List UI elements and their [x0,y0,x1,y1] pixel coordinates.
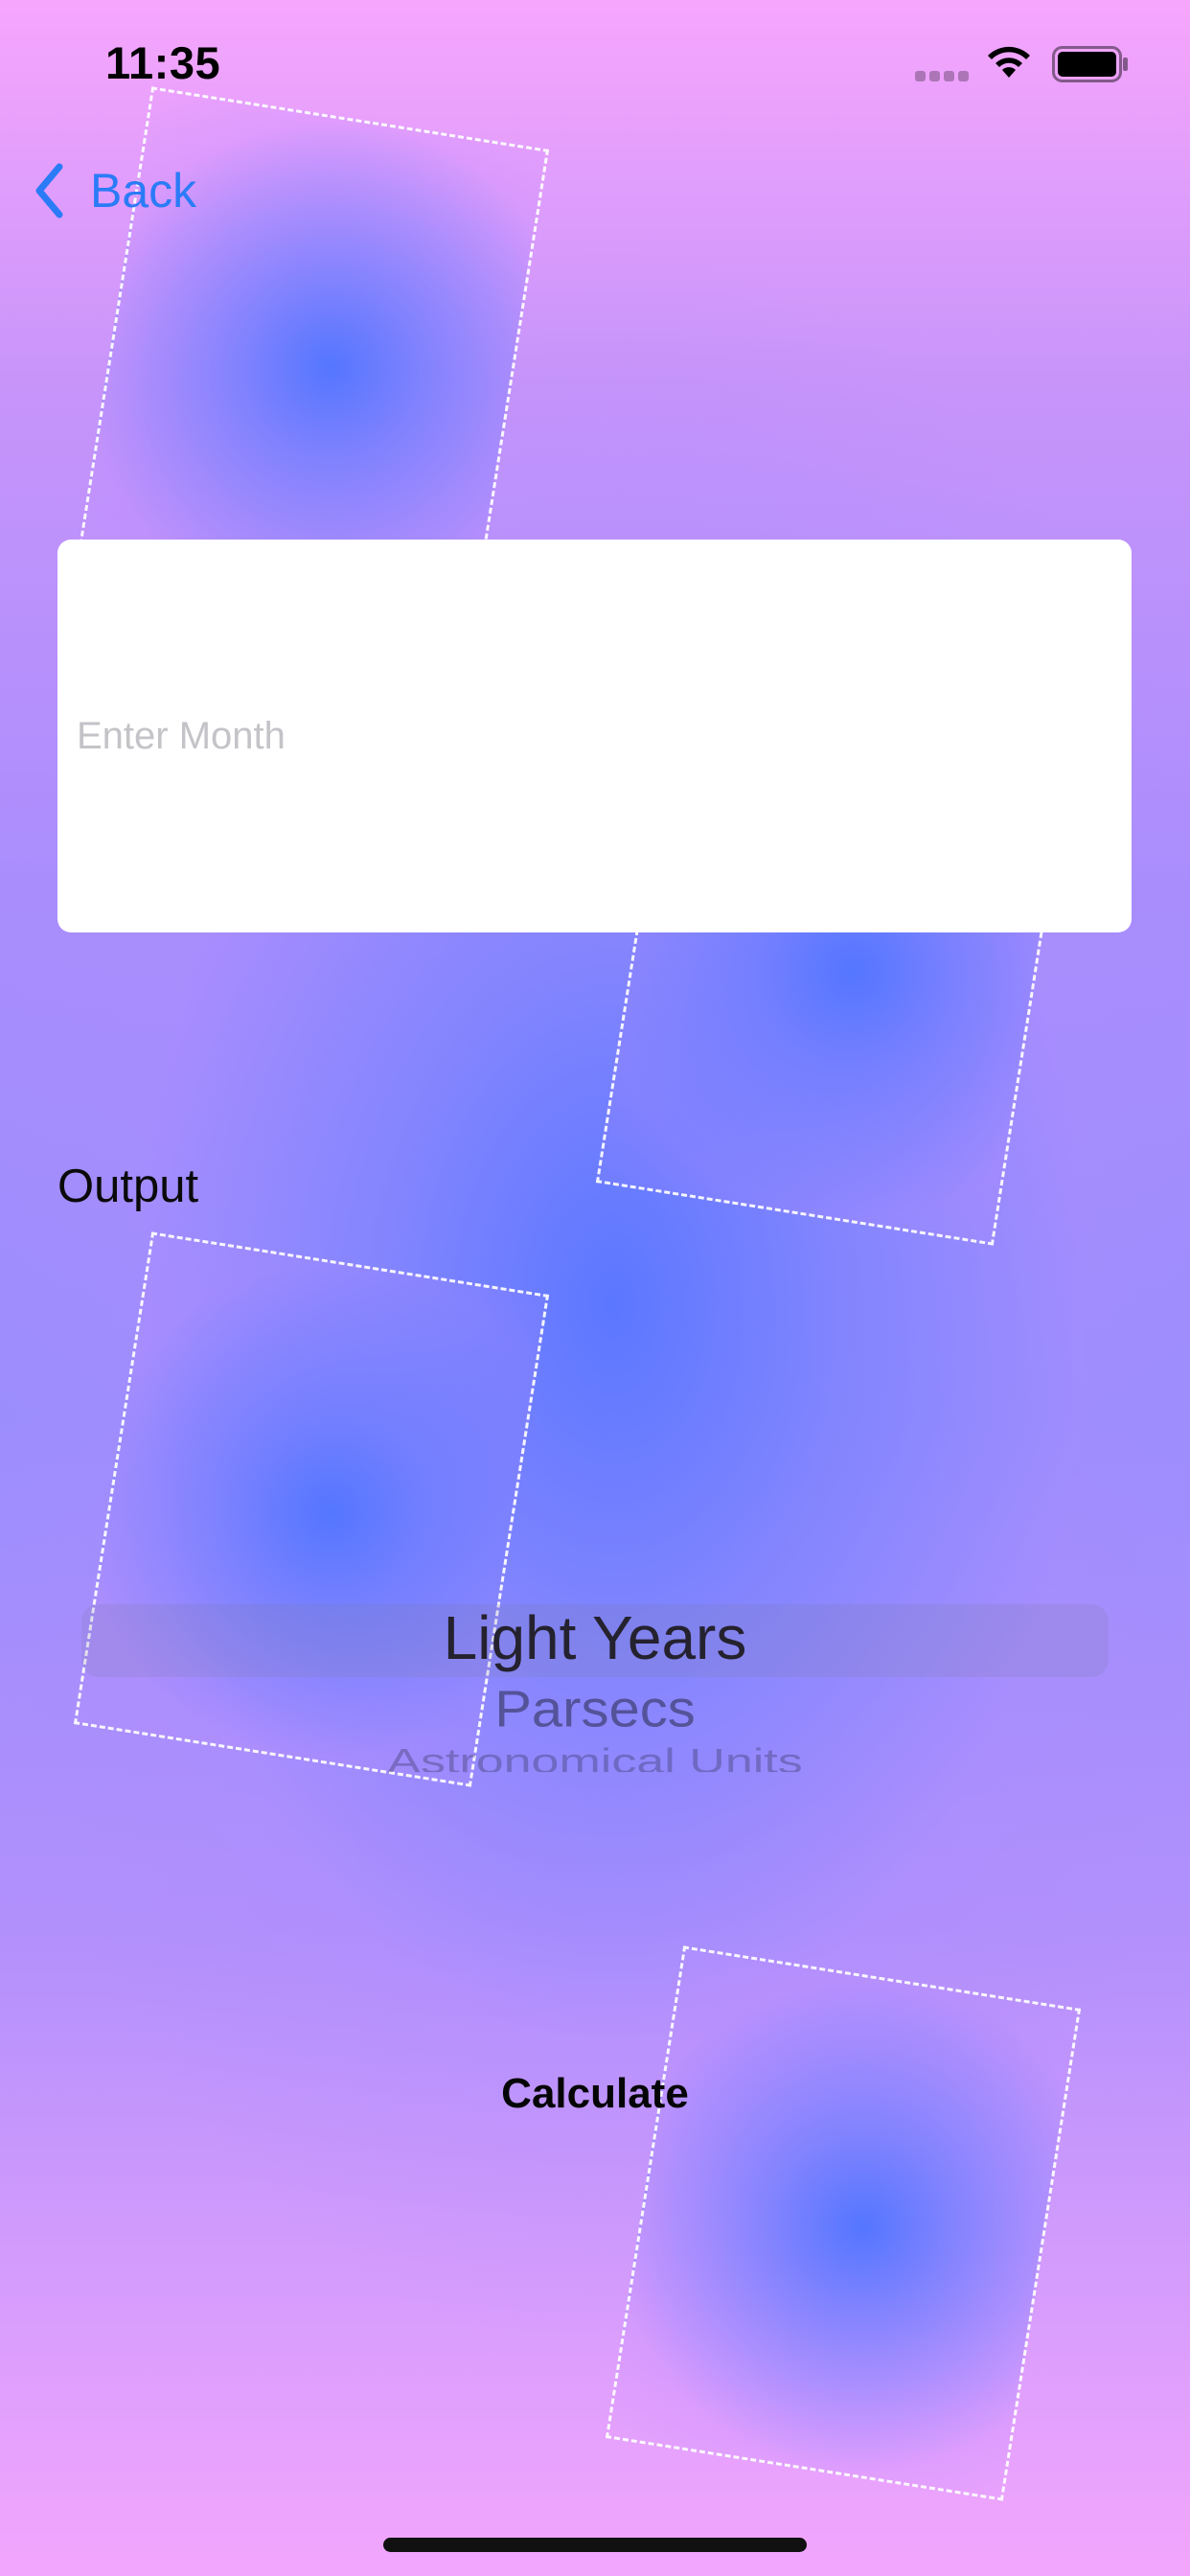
output-label: Output [57,1161,199,1212]
unit-picker[interactable]: Light Years Parsecs Astronomical Units [81,1581,1109,1792]
calculate-button[interactable]: Calculate [451,2060,739,2128]
month-input[interactable] [77,540,1111,932]
month-input-card [57,540,1132,932]
app-screen: 11:35 Back Output Light Years Parsecs As… [0,0,1190,2576]
picker-option-astronomical-units[interactable]: Astronomical Units [81,1741,1109,1773]
battery-icon [1052,46,1128,82]
chevron-left-icon [35,163,63,218]
back-button[interactable]: Back [34,157,196,224]
picker-option-light-years[interactable]: Light Years [81,1602,1109,1673]
wifi-icon [988,46,1030,78]
cellular-signal-icon [915,71,971,82]
picker-option-parsecs[interactable]: Parsecs [81,1680,1109,1739]
decorative-frame [605,1945,1082,2501]
back-label: Back [90,164,197,218]
status-time: 11:35 [105,37,221,88]
home-indicator [383,2538,807,2552]
